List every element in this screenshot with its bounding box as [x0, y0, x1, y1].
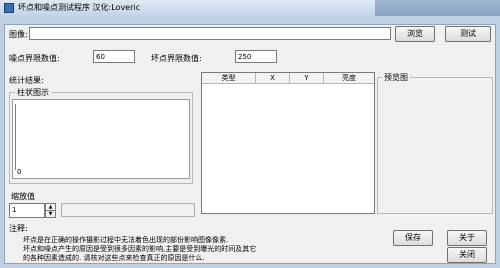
- noise-threshold-input[interactable]: 60: [93, 50, 135, 63]
- zoom-label: 缩放值: [11, 192, 35, 201]
- results-table[interactable]: 类型 X Y 亮度: [201, 72, 375, 214]
- zoom-spinner[interactable]: 1 ▲ ▼: [9, 203, 57, 218]
- histogram-chart: 0: [12, 99, 190, 179]
- statistics-label: 统计结果:: [9, 76, 44, 85]
- dialog-client-area: 图像: 浏览 测试 噪点界限数值: 60 坏点界限数值: 250 统计结果: 柱…: [4, 24, 496, 264]
- histogram-group: 柱状图示 0: [9, 87, 193, 184]
- app-icon: [4, 3, 14, 13]
- close-button[interactable]: 关闭: [447, 247, 487, 263]
- zoom-down-arrow-icon[interactable]: ▼: [45, 210, 56, 218]
- window-title: 坏点和噪点测试程序 汉化:Loveric: [18, 3, 141, 12]
- notes-heading: 注释:: [9, 224, 28, 233]
- browse-button[interactable]: 浏览: [395, 26, 435, 42]
- preview-group-title: 预览图: [382, 72, 410, 83]
- notes-line-3: 的各种因素造成的. 请核对这些点来检查真正的原因是什么.: [23, 254, 205, 262]
- zoom-value-input[interactable]: 1: [9, 203, 45, 218]
- dead-pixel-threshold-label: 坏点界限数值:: [151, 54, 202, 63]
- zoom-slider-track[interactable]: [61, 203, 195, 217]
- dead-pixel-threshold-input[interactable]: 250: [235, 50, 277, 63]
- column-header-brightness[interactable]: 亮度: [324, 73, 374, 84]
- column-header-x[interactable]: X: [256, 73, 290, 84]
- image-path-input[interactable]: [29, 27, 391, 40]
- title-bar-controls[interactable]: [375, 0, 500, 16]
- preview-group: 预览图: [377, 72, 493, 214]
- about-button[interactable]: 关于: [447, 230, 487, 246]
- histogram-zero-label: 0: [17, 168, 22, 176]
- noise-threshold-label: 噪点界限数值:: [9, 54, 60, 63]
- histogram-group-title: 柱状图示: [15, 87, 51, 98]
- test-button[interactable]: 测试: [445, 26, 491, 42]
- image-label: 图像:: [9, 30, 28, 39]
- column-header-y[interactable]: Y: [290, 73, 324, 84]
- save-button[interactable]: 保存: [393, 230, 433, 246]
- histogram-y-axis: [15, 104, 16, 170]
- column-header-type[interactable]: 类型: [202, 73, 256, 84]
